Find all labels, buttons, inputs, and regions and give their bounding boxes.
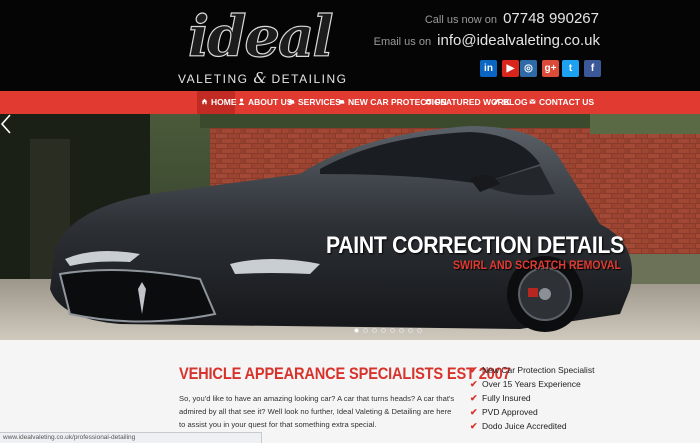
facebook-icon[interactable]: f — [584, 60, 601, 77]
feature-label: PVD Approved — [482, 407, 538, 417]
nav-about[interactable]: ABOUT US — [238, 91, 292, 114]
email-label: Email us on — [373, 36, 432, 48]
slider-dot[interactable] — [363, 328, 368, 333]
home-icon — [201, 98, 208, 105]
instagram-icon[interactable]: ◎ — [520, 60, 537, 77]
nav-home[interactable]: HOME — [197, 91, 237, 114]
check-icon: ✔ — [470, 421, 478, 431]
logo-wordmark: ideal — [187, 4, 334, 70]
email-link[interactable]: info@idealvaleting.co.uk — [437, 32, 600, 49]
camera-icon — [425, 99, 432, 105]
slider-dot[interactable] — [381, 328, 386, 333]
slider-dot[interactable] — [354, 328, 359, 333]
nav-contact-label: CONTACT US — [539, 97, 595, 107]
nav-blog-label: BLOG — [503, 97, 528, 107]
slider-dot[interactable] — [399, 328, 404, 333]
nav-blog[interactable]: BLOG — [493, 91, 528, 114]
logo-tagline-right: DETAILING — [271, 72, 348, 86]
logo-tagline: VALETING & DETAILING — [178, 69, 346, 87]
list-item: ✔ Over 15 Years Experience — [470, 378, 581, 390]
intro-heading: VEHICLE APPEARANCE SPECIALISTS EST 2007 — [179, 364, 511, 383]
hero-subtitle: SWIRL AND SCRATCH REMOVAL — [453, 258, 621, 272]
feature-label: New Car Protection Specialist — [482, 365, 595, 375]
linkedin-icon[interactable]: in — [480, 60, 497, 77]
user-icon — [238, 98, 245, 105]
logo-tagline-amp: & — [253, 69, 267, 87]
intro-section: VEHICLE APPEARANCE SPECIALISTS EST 2007 … — [0, 340, 700, 443]
check-icon: ✔ — [470, 393, 478, 403]
car-icon — [288, 100, 295, 104]
car-icon — [338, 100, 345, 104]
check-icon: ✔ — [470, 379, 478, 389]
slider-dot[interactable] — [390, 328, 395, 333]
check-icon: ✔ — [470, 365, 478, 375]
slider-dot[interactable] — [408, 328, 413, 333]
list-item: ✔ New Car Protection Specialist — [470, 364, 594, 376]
feature-label: Over 15 Years Experience — [482, 379, 581, 389]
intro-paragraph: So, you'd like to have an amazing lookin… — [179, 394, 455, 429]
youtube-icon[interactable]: ▶ — [502, 60, 519, 77]
pencil-icon — [493, 98, 500, 105]
check-icon: ✔ — [470, 407, 478, 417]
site-header: ideal VALETING & DETAILING Call us now o… — [0, 0, 700, 91]
nav-services-label: SERVICES — [298, 97, 341, 107]
phone-contact: Call us now on 07748 990267 — [425, 10, 599, 27]
hero-car-image — [0, 114, 700, 340]
phone-number[interactable]: 07748 990267 — [503, 10, 599, 27]
nav-contact[interactable]: CONTACT US — [529, 91, 594, 114]
hero-slider: PAINT CORRECTION DETAILS SWIRL AND SCRAT… — [0, 114, 700, 340]
nav-services[interactable]: SERVICES — [288, 91, 341, 114]
feature-label: Fully Insured — [482, 393, 531, 403]
nav-about-label: ABOUT US — [248, 97, 293, 107]
email-contact: Email us on info@idealvaleting.co.uk — [374, 32, 600, 49]
slider-dot[interactable] — [417, 328, 422, 333]
list-item: ✔ Fully Insured — [470, 392, 531, 404]
phone-label: Call us now on — [424, 14, 497, 26]
google-plus-icon[interactable]: g+ — [542, 60, 559, 77]
twitter-icon[interactable]: t — [562, 60, 579, 77]
hero-title: PAINT CORRECTION DETAILS — [326, 232, 624, 259]
nav-home-label: HOME — [211, 97, 237, 107]
list-item: ✔ PVD Approved — [470, 406, 538, 418]
slider-dot[interactable] — [372, 328, 377, 333]
main-nav: HOME ABOUT US SERVICES NEW CAR PROTECTIO… — [0, 91, 700, 114]
envelope-icon — [529, 99, 536, 104]
feature-label: Dodo Juice Accredited — [482, 421, 567, 431]
chevron-left-icon[interactable] — [0, 114, 12, 134]
site-logo[interactable]: ideal VALETING & DETAILING — [178, 4, 346, 87]
browser-status-bar: www.idealvaleting.co.uk/professional-det… — [0, 432, 262, 443]
list-item: ✔ Dodo Juice Accredited — [470, 420, 567, 432]
logo-tagline-left: VALETING — [178, 72, 249, 86]
